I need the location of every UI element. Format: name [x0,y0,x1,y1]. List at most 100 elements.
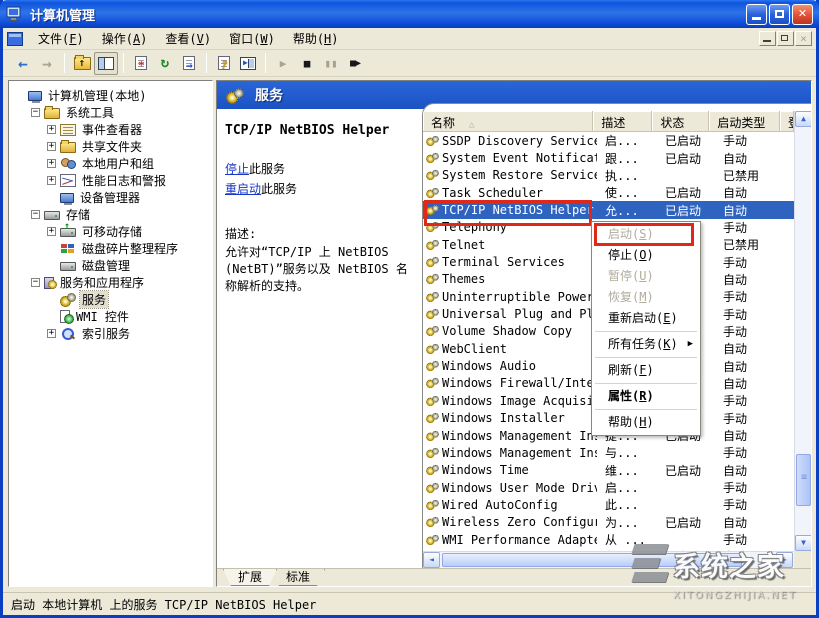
restart-service-link[interactable]: 重启动 [225,182,261,196]
context-menu-item-f[interactable]: 刷新(F) [592,360,700,381]
context-menu-item-r[interactable]: 属性(R) [592,386,700,407]
context-menu-item-e[interactable]: 重新启动(E) [592,308,700,329]
service-row-2[interactable]: System Restore Service执...已禁用本 [423,167,794,184]
service-row-4[interactable]: TCP/IP NetBIOS Helper允...已启动自动本 [423,201,794,218]
menu-h[interactable]: 帮助(H) [284,30,348,48]
menu-v[interactable]: 查看(V) [156,30,220,48]
horizontal-scroll-thumb[interactable] [442,553,742,567]
service-logon: 本 [787,167,794,184]
service-name: TCP/IP NetBIOS Helper [442,203,594,217]
tree-item-4[interactable]: +本地用户和组 [9,155,212,172]
service-row-1[interactable]: System Event Notification跟...已启动自动本 [423,149,794,166]
scroll-down-button[interactable]: ▼ [795,535,811,551]
context-menu-item-m[interactable]: 恢复(M) [592,287,700,308]
horizontal-scrollbar[interactable]: ◄ ► [423,551,794,568]
tree-item-6[interactable]: 设备管理器 [9,189,212,206]
up-one-level-button[interactable] [70,52,94,75]
tree-item-1[interactable]: −系统工具 [9,104,212,121]
minimize-button[interactable] [746,4,767,25]
tree-item-5[interactable]: +性能日志和警报 [9,172,212,189]
menu-w[interactable]: 窗口(W) [220,30,284,48]
menu-f[interactable]: 文件(F) [29,30,93,48]
mdi-restore-button[interactable] [777,31,794,46]
column-header-2[interactable]: 状态 [652,111,709,131]
expand-icon[interactable]: + [47,159,56,168]
column-header-1[interactable]: 描述 [593,111,652,131]
maximize-button[interactable] [769,4,790,25]
tree-item-13[interactable]: WMI 控件 [9,308,212,325]
service-startup: 手动 [715,219,787,236]
expand-icon[interactable]: + [47,142,56,151]
service-startup: 自动 [715,271,787,288]
expand-icon[interactable]: + [47,125,56,134]
vertical-scroll-thumb[interactable] [796,454,811,506]
stop-service-link[interactable]: 停止 [225,162,249,176]
service-row-3[interactable]: Task Scheduler使...已启动自动本 [423,184,794,201]
tab-0[interactable]: 扩展 [223,569,277,586]
show-console-tree-button[interactable] [94,52,118,75]
drive-icon [44,211,60,220]
expand-icon[interactable]: + [47,329,56,338]
menu-a[interactable]: 操作(A) [93,30,157,48]
context-menu-item-o[interactable]: 停止(O) [592,245,700,266]
tab-1[interactable]: 标准 [271,569,325,586]
stop-service-button[interactable]: ■ [295,52,319,75]
expand-icon[interactable]: + [47,176,56,185]
mdi-close-button[interactable]: × [795,31,812,46]
restart-service-button[interactable]: ■▶ [343,52,367,75]
service-row-23[interactable]: WMI Performance Adapter从 ...手动本 [423,531,794,548]
tree-item-11[interactable]: −服务和应用程序 [9,274,212,291]
column-header-4[interactable]: 登 [780,111,794,131]
column-header-0[interactable]: 名称△ [423,111,593,131]
scroll-up-button[interactable]: ▲ [795,111,811,127]
tree-item-0[interactable]: 计算机管理(本地) [9,87,212,104]
refresh-button[interactable]: ↻ [153,52,177,75]
mdi-child-icon[interactable] [7,32,23,46]
titlebar[interactable]: 计算机管理 ✕ [0,0,819,28]
tree-item-8[interactable]: +可移动存储 [9,223,212,240]
tree-item-10[interactable]: 磁盘管理 [9,257,212,274]
service-row-21[interactable]: Wired AutoConfig此...手动本 [423,496,794,513]
properties-button[interactable]: * [129,52,153,75]
tree-label: 设备管理器 [78,189,142,206]
pause-service-button[interactable]: ▮▮ [319,52,343,75]
service-row-19[interactable]: Windows Time维...已启动自动本 [423,462,794,479]
vertical-scrollbar[interactable]: ▲ ▼ [794,111,811,551]
collapse-icon[interactable]: − [31,210,40,219]
service-startup: 自动 [715,462,787,479]
tree-item-9[interactable]: 磁盘碎片整理程序 [9,240,212,257]
tree-item-14[interactable]: +索引服务 [9,325,212,342]
scroll-right-button[interactable]: ► [776,552,793,568]
back-button[interactable]: ← [11,52,35,75]
help-button[interactable]: ? [212,52,236,75]
computer-management-window: 计算机管理 ✕ 文件(F)操作(A)查看(V)窗口(W)帮助(H) × ←→*↻… [0,0,819,618]
context-menu-item-s[interactable]: 启动(S) [592,224,700,245]
tree-item-12[interactable]: 服务 [9,291,212,308]
tree-item-7[interactable]: −存储 [9,206,212,223]
context-menu-item-u[interactable]: 暂停(U) [592,266,700,287]
service-row-18[interactable]: Windows Management Instr...与...手动本 [423,444,794,461]
expand-icon[interactable]: + [47,227,56,236]
collapse-icon[interactable]: − [31,108,40,117]
selected-service-name: TCP/IP NetBIOS Helper [225,123,411,138]
service-row-0[interactable]: SSDP Discovery Service启...已启动手动本 [423,132,794,149]
export-list-button[interactable]: → [177,52,201,75]
start-service-button[interactable]: ▶ [271,52,295,75]
tree-item-3[interactable]: +共享文件夹 [9,138,212,155]
context-menu-item-h[interactable]: 帮助(H) [592,412,700,433]
mdi-minimize-button[interactable] [759,31,776,46]
scroll-left-button[interactable]: ◄ [423,552,440,568]
show-hide-button[interactable] [236,52,260,75]
context-menu: 启动(S)停止(O)暂停(U)恢复(M)重新启动(E) 所有任务(K)▶ 刷新(F)… [591,221,701,436]
service-row-20[interactable]: Windows User Mode Driver...启...手动本 [423,479,794,496]
service-gear-icon [426,326,439,336]
collapse-icon[interactable]: − [31,278,40,287]
maximize-icon [775,10,784,18]
service-gear-icon [426,378,439,388]
service-row-22[interactable]: Wireless Zero Configuration为...已启动自动本 [423,514,794,531]
context-menu-item-k[interactable]: 所有任务(K)▶ [592,334,700,355]
column-header-3[interactable]: 启动类型 [709,111,780,131]
tree-item-2[interactable]: +事件查看器 [9,121,212,138]
close-button[interactable]: ✕ [792,4,813,25]
forward-button[interactable]: → [35,52,59,75]
